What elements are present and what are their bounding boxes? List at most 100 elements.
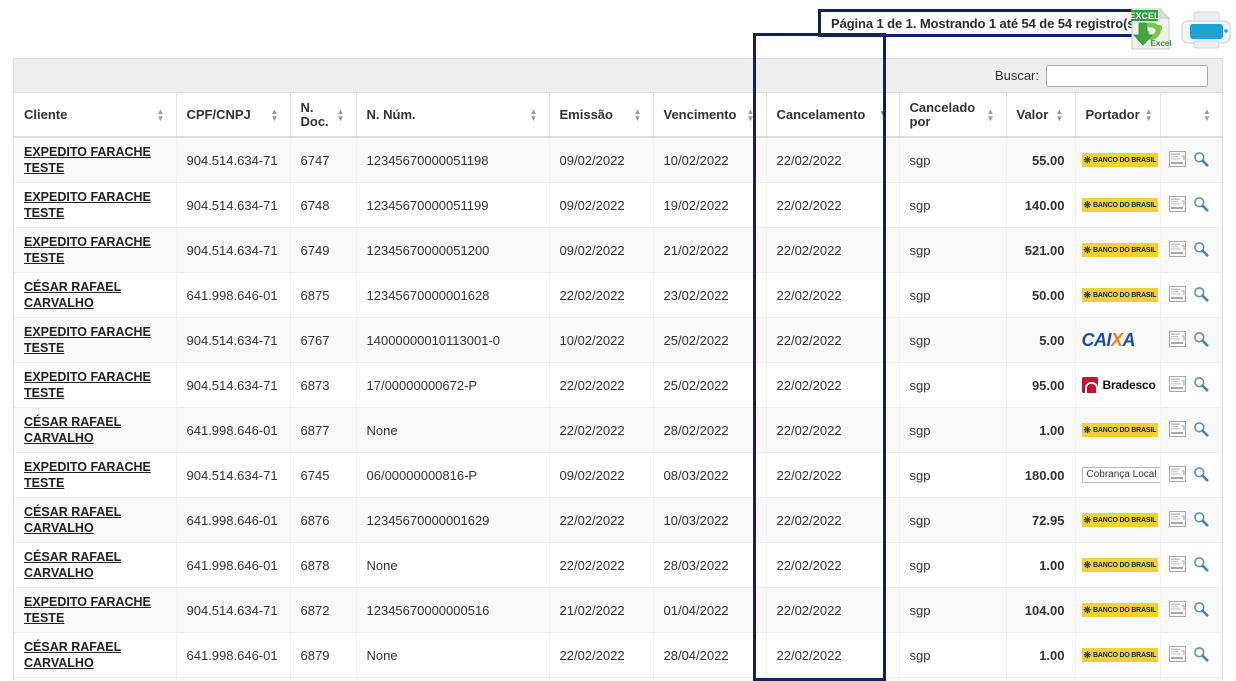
row-document-button[interactable] bbox=[1169, 331, 1186, 350]
table-row[interactable]: EXPEDITO FARACHE TESTE 904.514.634-716873… bbox=[14, 363, 1222, 408]
col-header-valor[interactable]: Valor ▲▼ bbox=[1006, 93, 1075, 137]
table-row[interactable]: CÉSAR RAFAEL CARVALHO641.998.646-016877N… bbox=[14, 408, 1222, 453]
search-input[interactable] bbox=[1046, 65, 1208, 87]
row-document-button[interactable] bbox=[1169, 241, 1186, 260]
cliente-link[interactable]: CÉSAR RAFAEL CARVALHO bbox=[24, 504, 166, 536]
cliente-link[interactable]: EXPEDITO FARACHE TESTE bbox=[24, 324, 166, 356]
cliente-link[interactable]: CÉSAR RAFAEL CARVALHO bbox=[24, 639, 166, 671]
table-row[interactable]: CÉSAR RAFAEL CARVALHO641.998.646-016880N… bbox=[14, 678, 1222, 681]
banco-do-brasil-logo: ❊BANCO DO BRASIL bbox=[1082, 423, 1159, 437]
cell-vencimento: 28/03/2022 bbox=[653, 543, 766, 588]
row-view-button[interactable] bbox=[1193, 556, 1209, 575]
sort-both-icon: ▲▼ bbox=[529, 108, 539, 122]
cell-n-doc: 6748 bbox=[290, 183, 356, 228]
cell-cpf-cnpj: 904.514.634-71 bbox=[176, 228, 290, 273]
row-document-button[interactable] bbox=[1169, 556, 1186, 575]
row-document-button[interactable] bbox=[1169, 421, 1186, 440]
row-view-button[interactable] bbox=[1193, 241, 1209, 260]
row-document-button[interactable] bbox=[1169, 376, 1186, 395]
cell-cancelamento: 22/02/2022 bbox=[766, 228, 899, 273]
cell-emissao: 09/02/2022 bbox=[549, 137, 653, 183]
row-document-button[interactable] bbox=[1169, 286, 1186, 305]
col-header-cancelado-por[interactable]: Cancelado por ▲▼ bbox=[899, 93, 1006, 137]
cell-cancelamento: 22/02/2022 bbox=[766, 498, 899, 543]
cell-cpf-cnpj: 904.514.634-71 bbox=[176, 318, 290, 363]
col-header-n-num[interactable]: N. Núm. ▲▼ bbox=[356, 93, 549, 137]
table-row[interactable]: EXPEDITO FARACHE TESTE904.514.634-716747… bbox=[14, 137, 1222, 183]
row-view-button[interactable] bbox=[1193, 151, 1209, 170]
col-header-cpf-cnpj-label: CPF/CNPJ bbox=[187, 108, 251, 122]
cliente-link[interactable]: EXPEDITO FARACHE TESTE bbox=[24, 144, 166, 176]
cell-cancelamento: 22/02/2022 bbox=[766, 678, 899, 681]
cell-cpf-cnpj: 641.998.646-01 bbox=[176, 543, 290, 588]
row-view-button[interactable] bbox=[1193, 646, 1209, 665]
cell-n-num: 12345670000001629 bbox=[356, 498, 549, 543]
cell-cancelamento: 22/02/2022 bbox=[766, 408, 899, 453]
table-row[interactable]: EXPEDITO FARACHE TESTE904.514.634-716872… bbox=[14, 588, 1222, 633]
cell-vencimento: 10/03/2022 bbox=[653, 498, 766, 543]
cell-cpf-cnpj: 904.514.634-71 bbox=[176, 183, 290, 228]
col-header-cliente[interactable]: Cliente ▲▼ bbox=[14, 93, 176, 137]
records-table: Cliente ▲▼ CPF/CNPJ ▲▼ N. Doc. ▲▼ bbox=[14, 93, 1222, 681]
cell-cancelamento: 22/02/2022 bbox=[766, 137, 899, 183]
cliente-link[interactable]: CÉSAR RAFAEL CARVALHO bbox=[24, 279, 166, 311]
col-header-emissao[interactable]: Emissão ▲▼ bbox=[549, 93, 653, 137]
cell-cpf-cnpj: 904.514.634-71 bbox=[176, 363, 290, 408]
row-view-button[interactable] bbox=[1193, 601, 1209, 620]
row-document-button[interactable] bbox=[1169, 646, 1186, 665]
table-row[interactable]: EXPEDITO FARACHE TESTE904.514.634-716749… bbox=[14, 228, 1222, 273]
table-row[interactable]: CÉSAR RAFAEL CARVALHO641.998.646-0168751… bbox=[14, 273, 1222, 318]
table-header-row: Cliente ▲▼ CPF/CNPJ ▲▼ N. Doc. ▲▼ bbox=[14, 93, 1222, 137]
cell-cancelado-por: sgp bbox=[899, 498, 1006, 543]
col-header-vencimento[interactable]: Vencimento ▲▼ bbox=[653, 93, 766, 137]
cliente-link[interactable]: EXPEDITO FARACHE TESTE bbox=[24, 369, 166, 401]
cell-cpf-cnpj: 904.514.634-71 bbox=[176, 453, 290, 498]
excel-export-icon[interactable]: EXCEL Excel bbox=[1128, 6, 1174, 52]
sort-both-icon: ▲▼ bbox=[986, 108, 996, 122]
col-header-cpf-cnpj[interactable]: CPF/CNPJ ▲▼ bbox=[176, 93, 290, 137]
row-view-button[interactable] bbox=[1193, 466, 1209, 485]
col-header-actions[interactable]: ▲▼ bbox=[1160, 93, 1222, 137]
banco-do-brasil-logo: ❊BANCO DO BRASIL bbox=[1082, 648, 1159, 662]
cliente-link[interactable]: CÉSAR RAFAEL CARVALHO bbox=[24, 414, 166, 446]
col-header-portador[interactable]: Portador ▲▼ bbox=[1075, 93, 1160, 137]
cell-n-doc: 6873 bbox=[290, 363, 356, 408]
row-document-button[interactable] bbox=[1169, 511, 1186, 530]
row-view-button[interactable] bbox=[1193, 511, 1209, 530]
document-icon bbox=[1169, 466, 1186, 482]
cell-emissao: 09/02/2022 bbox=[549, 228, 653, 273]
bb-mark-icon: ❊ bbox=[1084, 291, 1092, 300]
col-header-cancelamento[interactable]: Cancelamento ▼ bbox=[766, 93, 899, 137]
cliente-link[interactable]: EXPEDITO FARACHE TESTE bbox=[24, 459, 166, 491]
row-view-button[interactable] bbox=[1193, 331, 1209, 350]
table-row[interactable]: EXPEDITO FARACHE TESTE 904.514.634-716748… bbox=[14, 183, 1222, 228]
table-row[interactable]: CÉSAR RAFAEL CARVALHO641.998.646-0168761… bbox=[14, 498, 1222, 543]
cliente-link[interactable]: EXPEDITO FARACHE TESTE bbox=[24, 189, 166, 221]
col-header-n-doc[interactable]: N. Doc. ▲▼ bbox=[290, 93, 356, 137]
table-row[interactable]: EXPEDITO FARACHE TESTE904.514.634-716745… bbox=[14, 453, 1222, 498]
cell-n-doc: 6876 bbox=[290, 498, 356, 543]
cliente-link[interactable]: EXPEDITO FARACHE TESTE bbox=[24, 234, 166, 266]
cell-actions bbox=[1160, 498, 1222, 543]
row-view-button[interactable] bbox=[1193, 421, 1209, 440]
row-view-button[interactable] bbox=[1193, 376, 1209, 395]
cliente-link[interactable]: EXPEDITO FARACHE TESTE bbox=[24, 594, 166, 626]
cell-actions bbox=[1160, 543, 1222, 588]
banco-do-brasil-logo: ❊BANCO DO BRASIL bbox=[1082, 198, 1159, 212]
row-view-button[interactable] bbox=[1193, 196, 1209, 215]
row-document-button[interactable] bbox=[1169, 196, 1186, 215]
table-row[interactable]: EXPEDITO FARACHE TESTE904.514.634-716767… bbox=[14, 318, 1222, 363]
row-view-button[interactable] bbox=[1193, 286, 1209, 305]
bb-mark-icon: ❊ bbox=[1084, 561, 1092, 570]
row-document-button[interactable] bbox=[1169, 151, 1186, 170]
document-icon bbox=[1169, 286, 1186, 302]
printer-icon[interactable] bbox=[1180, 11, 1232, 49]
cell-n-num: None bbox=[356, 408, 549, 453]
table-row[interactable]: CÉSAR RAFAEL CARVALHO641.998.646-016879N… bbox=[14, 633, 1222, 678]
row-document-button[interactable] bbox=[1169, 466, 1186, 485]
col-header-cliente-label: Cliente bbox=[24, 108, 67, 122]
table-row[interactable]: CÉSAR RAFAEL CARVALHO641.998.646-016878N… bbox=[14, 543, 1222, 588]
row-document-button[interactable] bbox=[1169, 601, 1186, 620]
cell-vencimento: 25/02/2022 bbox=[653, 363, 766, 408]
cliente-link[interactable]: CÉSAR RAFAEL CARVALHO bbox=[24, 549, 166, 581]
